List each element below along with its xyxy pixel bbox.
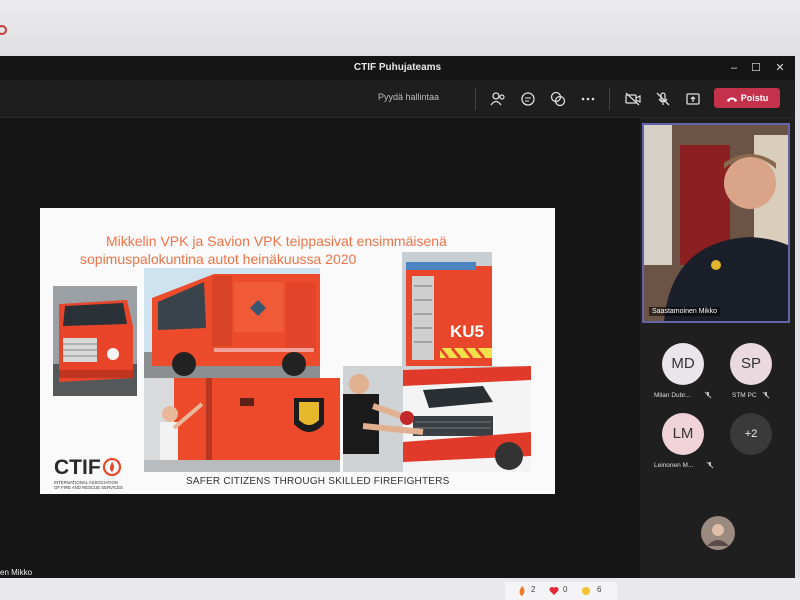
participant-video-tile[interactable]: Saastamoinen Mikko — [642, 123, 790, 323]
window-title: CTIF Puhujateams — [353, 62, 442, 73]
toolbar-divider — [609, 88, 610, 110]
slide-tagline: SAFER CITIZENS THROUGH SKILLED FIREFIGHT… — [186, 476, 450, 487]
mic-off-icon — [704, 391, 712, 399]
share-icon[interactable] — [684, 90, 702, 108]
avatar-initials: MD — [671, 355, 695, 372]
teams-window: CTIF Puhujateams – ☐ ✕ Pyydä hallintaa P… — [0, 56, 795, 578]
request-control-button[interactable]: Pyydä hallintaa — [378, 92, 439, 102]
slide-title-line1: Mikkelin VPK ja Savion VPK teippasivat e… — [106, 233, 447, 249]
clap-icon[interactable] — [581, 586, 591, 596]
truck-label-text: KU5 — [450, 322, 485, 341]
slide-photo-children — [144, 378, 340, 472]
slide-title-line2: sopimuspalokuntina autot heinäkuussa 202… — [80, 251, 357, 267]
slide-photo-car-front — [343, 366, 531, 472]
people-icon[interactable] — [489, 90, 507, 108]
shared-content-stage: Mikkelin VPK ja Savion VPK teippasivat e… — [0, 118, 640, 578]
close-button[interactable]: ✕ — [771, 59, 789, 77]
avatar-initials: SP — [740, 355, 761, 372]
toolbar-divider — [475, 88, 476, 110]
avatar-sp[interactable]: SP — [730, 343, 772, 385]
reactions-icon[interactable] — [549, 90, 567, 108]
avatar-lm[interactable]: LM — [662, 413, 704, 455]
leave-label: Poistu — [740, 93, 769, 103]
presentation-slide: Mikkelin VPK ja Savion VPK teippasivat e… — [40, 208, 555, 494]
fire-count: 2 — [531, 585, 536, 594]
title-bar: CTIF Puhujateams – ☐ ✕ — [0, 56, 795, 80]
monitor-bezel-right — [795, 56, 800, 578]
participant-name: Leinonen M... — [654, 462, 694, 469]
slide-photo-truck-rear: KU5 — [402, 252, 492, 366]
phone-icon — [726, 97, 737, 102]
maximize-button[interactable]: ☐ — [747, 59, 765, 77]
mic-off-icon[interactable] — [654, 90, 672, 108]
fire-icon[interactable] — [517, 586, 527, 596]
avatar-md[interactable]: MD — [662, 343, 704, 385]
presenter-name-label: en Mikko — [0, 568, 33, 577]
ctif-logo-subtitle: INTERNATIONAL ASSOCIATION OF FIRE AND RE… — [54, 480, 144, 490]
avatar-initials: LM — [672, 425, 694, 442]
clap-count: 6 — [597, 585, 602, 594]
ctif-logo: CTIF — [54, 456, 122, 480]
heart-icon[interactable] — [549, 586, 559, 596]
slide-photo-truck-side — [144, 268, 320, 378]
mic-off-icon — [762, 391, 770, 399]
participant-name: Milan Dubr... — [654, 392, 691, 399]
overflow-count: +2 — [744, 428, 758, 440]
slide-photo-truck-front — [53, 286, 137, 396]
meeting-toolbar: Pyydä hallintaa Poistu — [0, 80, 795, 118]
ctif-logo-text: CTIF — [54, 456, 101, 479]
monitor-bezel-top — [0, 0, 800, 56]
minimize-button[interactable]: – — [725, 59, 743, 77]
participant-name: STM PC — [732, 392, 757, 399]
heart-count: 0 — [563, 585, 568, 594]
mic-off-icon — [706, 461, 714, 469]
leave-button[interactable]: Poistu — [714, 88, 780, 108]
more-icon[interactable] — [579, 90, 597, 108]
reactions-bar: 2 0 6 — [505, 582, 617, 600]
chat-icon[interactable] — [519, 90, 537, 108]
user-avatar-photo[interactable] — [701, 516, 735, 550]
avatar-overflow[interactable]: +2 — [730, 413, 772, 455]
ctif-subtitle-line2: OF FIRE AND RESCUE SERVICES — [54, 485, 123, 490]
logo-icon — [0, 25, 7, 35]
camera-off-icon[interactable] — [624, 90, 642, 108]
participant-video-feed — [644, 125, 788, 321]
flame-logo-icon — [102, 457, 121, 477]
video-participant-name: Saastamoinen Mikko — [649, 307, 720, 316]
monitor-bezel-bottom — [0, 578, 800, 600]
